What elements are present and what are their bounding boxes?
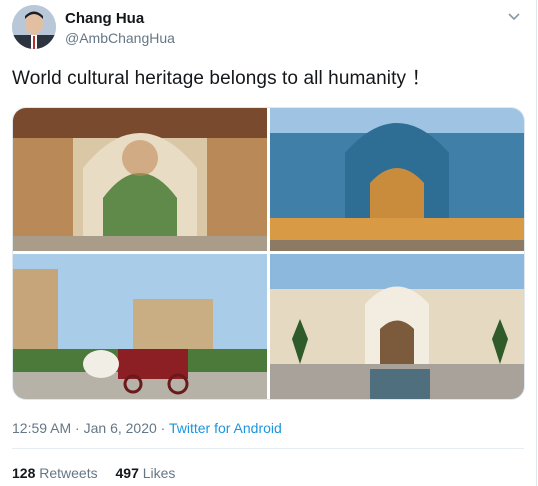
photo-4[interactable] [270, 254, 524, 399]
tweet-card: Chang Hua @AmbChangHua World cultural he… [0, 0, 537, 486]
meta-separator-1: · [75, 420, 80, 436]
meta-separator-2: · [160, 420, 166, 436]
likes-stat[interactable]: 497 Likes [116, 465, 176, 481]
photo-3[interactable] [13, 254, 267, 399]
tweet-text: World cultural heritage belongs to all h… [12, 68, 431, 89]
retweets-label: Retweets [39, 465, 98, 481]
divider [12, 448, 524, 449]
media-grid [12, 107, 525, 400]
tweet-date[interactable]: Jan 6, 2020 [84, 420, 157, 436]
retweets-stat[interactable]: 128 Retweets [12, 465, 102, 481]
avatar-photo [12, 5, 56, 49]
likes-label: Likes [142, 465, 176, 481]
tweet-stats: 128 Retweets 497 Likes [12, 465, 189, 481]
photo-2[interactable] [270, 108, 524, 251]
tweet-source-link[interactable]: Twitter for Android [169, 420, 282, 436]
chevron-down-icon[interactable] [506, 8, 522, 24]
avatar[interactable] [12, 5, 56, 49]
tweet-meta: 12:59 AM · Jan 6, 2020 · Twitter for And… [12, 420, 282, 436]
author-name[interactable]: Chang Hua [65, 10, 144, 27]
likes-count: 497 [115, 465, 139, 481]
retweets-count: 128 [12, 465, 36, 481]
tweet-time[interactable]: 12:59 AM [12, 420, 71, 436]
photo-1[interactable] [13, 108, 267, 251]
author-handle[interactable]: @AmbChangHua [65, 30, 175, 46]
